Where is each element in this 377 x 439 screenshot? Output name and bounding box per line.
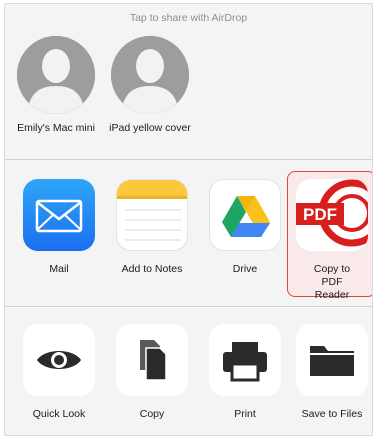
mail-envelope-icon: [23, 179, 95, 251]
airdrop-person-emilys-mac-mini[interactable]: Emily's Mac mini: [10, 36, 102, 135]
notes-icon: [116, 179, 188, 251]
google-drive-icon: [209, 179, 281, 251]
eye-icon: [23, 324, 95, 396]
airdrop-person-name: iPad yellow cover: [109, 122, 191, 134]
share-sheet: Tap to share with AirDrop Emily's Mac mi…: [4, 3, 373, 436]
app-add-to-notes[interactable]: Add to Notes: [109, 179, 195, 276]
action-save-to-files[interactable]: Save to Files: [289, 324, 372, 421]
action-quick-look[interactable]: Quick Look: [16, 324, 102, 421]
app-label: Add to Notes: [121, 263, 183, 275]
app-label: Drive: [232, 263, 258, 275]
section-divider: [5, 159, 372, 160]
app-copy-to-pdf-reader[interactable]: PDF Copy to PDF Reader: [289, 179, 372, 302]
person-silhouette-icon: [17, 36, 95, 114]
app-mail[interactable]: Mail: [16, 179, 102, 276]
app-drive[interactable]: Drive: [202, 179, 288, 276]
pdf-reader-icon: PDF: [296, 179, 368, 251]
pdf-icon-text: PDF: [303, 205, 337, 224]
app-label: Mail: [49, 263, 69, 275]
app-label: Copy to PDF Reader: [313, 263, 351, 301]
section-divider: [5, 306, 372, 307]
person-silhouette-icon: [111, 36, 189, 114]
action-copy[interactable]: Copy: [109, 324, 195, 421]
action-label: Copy: [139, 408, 165, 420]
action-print[interactable]: Print: [202, 324, 288, 421]
copy-documents-icon: [116, 324, 188, 396]
action-label: Save to Files: [301, 408, 363, 420]
airdrop-person-name: Emily's Mac mini: [17, 122, 95, 134]
airdrop-header: Tap to share with AirDrop: [129, 12, 248, 24]
printer-icon: [209, 324, 281, 396]
action-label: Quick Look: [32, 408, 86, 420]
airdrop-person-ipad-yellow-cover[interactable]: iPad yellow cover: [104, 36, 196, 135]
folder-icon: [296, 324, 368, 396]
action-label: Print: [234, 408, 256, 420]
